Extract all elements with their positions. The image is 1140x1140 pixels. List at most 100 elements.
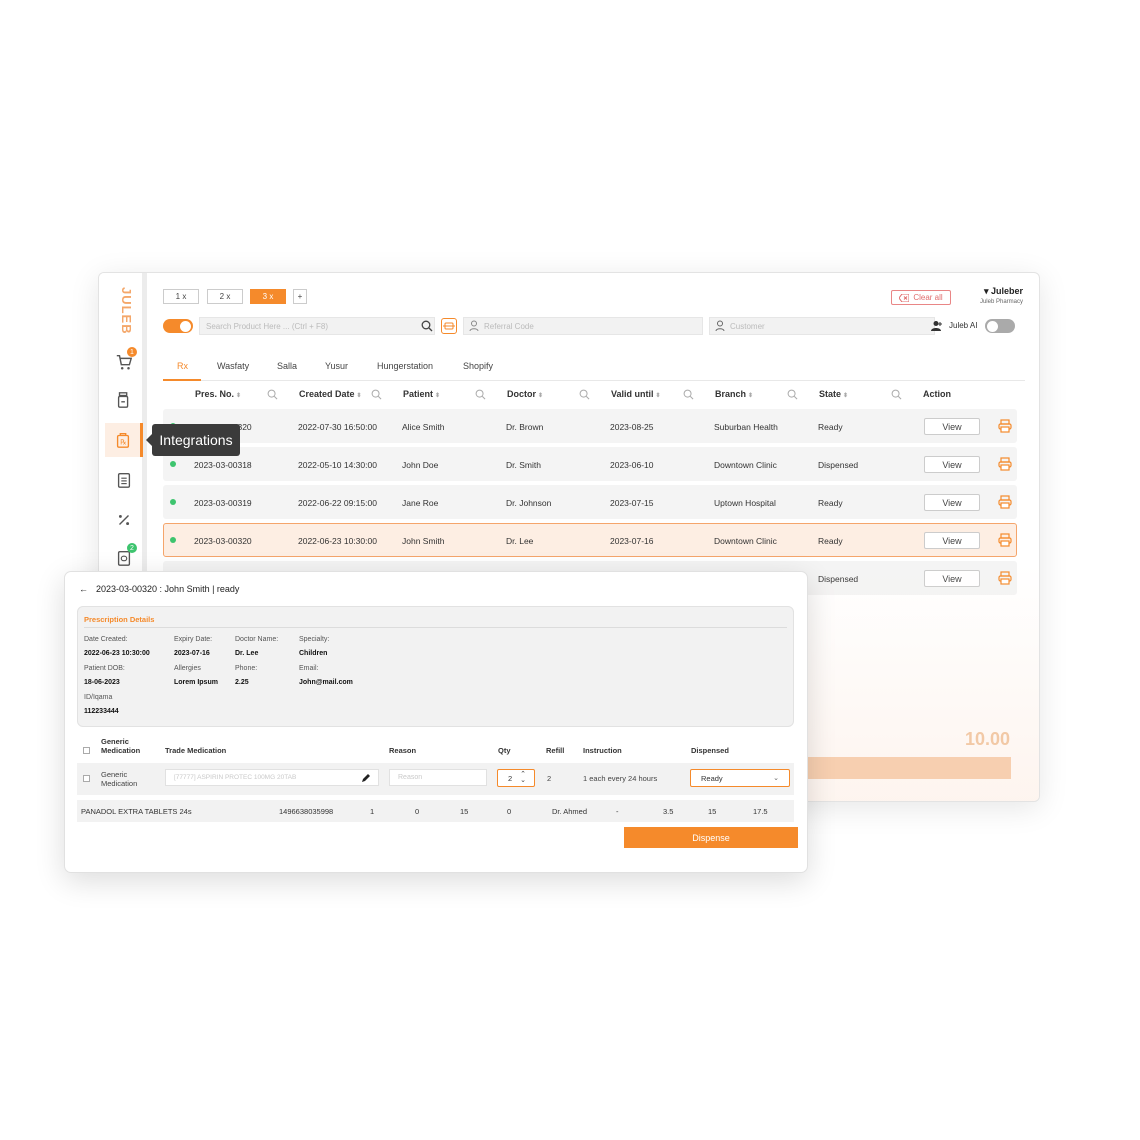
col-created-date[interactable]: Created Date ⬍ bbox=[299, 389, 362, 399]
tab-shopify[interactable]: Shopify bbox=[463, 361, 493, 371]
col-pres-no[interactable]: Pres. No. ⬍ bbox=[195, 389, 241, 399]
sidebar-item-medicines[interactable] bbox=[107, 383, 141, 417]
row-checkbox[interactable] bbox=[83, 775, 90, 782]
multiplier-2x[interactable]: 2 x bbox=[207, 289, 243, 304]
customer-input[interactable]: Customer bbox=[709, 317, 935, 335]
section-title: Prescription Details bbox=[84, 615, 155, 624]
stage: JULEB 1 ℞ 2 1 x 2 x 3 x + Clear all ▾ Ju… bbox=[0, 0, 1140, 1140]
clear-all-label: Clear all bbox=[913, 293, 943, 302]
tab-rx[interactable]: Rx bbox=[177, 361, 188, 371]
referral-code-input[interactable]: Referral Code bbox=[463, 317, 703, 335]
product-row[interactable]: PANADOL EXTRA TABLETS 24s 1496638035998 … bbox=[77, 800, 794, 822]
printer-icon[interactable] bbox=[998, 457, 1012, 471]
dispense-button[interactable]: Dispense bbox=[624, 827, 798, 848]
table-row[interactable]: 2023-03-00319 2022-06-22 09:15:00 Jane R… bbox=[163, 485, 1017, 519]
cell-state: Ready bbox=[818, 536, 843, 546]
table-row[interactable]: 2023-03-00320 2022-07-30 16:50:00 Alice … bbox=[163, 409, 1017, 443]
prescription-bag-icon: ℞ bbox=[116, 433, 129, 448]
col-branch[interactable]: Branch ⬍ bbox=[715, 389, 753, 399]
printer-icon[interactable] bbox=[998, 533, 1012, 547]
tab-salla[interactable]: Salla bbox=[277, 361, 297, 371]
cell-patient: John Doe bbox=[402, 460, 439, 470]
stepper-arrows-icon[interactable]: ⌃ ⌄ bbox=[520, 771, 526, 784]
printer-icon[interactable] bbox=[998, 495, 1012, 509]
col-patient[interactable]: Patient ⬍ bbox=[403, 389, 440, 399]
juleb-ai-toggle[interactable] bbox=[985, 319, 1015, 333]
product-col-10: 15 bbox=[708, 807, 717, 816]
cell-pres-no: 2023-03-00319 bbox=[194, 498, 252, 508]
product-col-4: 0 bbox=[415, 807, 420, 816]
cell-pres-no: 2023-03-00320 bbox=[194, 536, 252, 546]
reason-input[interactable]: Reason bbox=[389, 769, 487, 786]
trade-medication-input[interactable]: [77777] ASPIRIN PROTEC 100MG 20TAB bbox=[165, 769, 379, 786]
col-state[interactable]: State ⬍ bbox=[819, 389, 848, 399]
edit-icon[interactable] bbox=[361, 773, 371, 783]
table-row[interactable]: 2023-03-00318 2022-05-10 14:30:00 John D… bbox=[163, 447, 1017, 481]
sidebar-item-orders[interactable] bbox=[107, 463, 141, 497]
add-customer-icon[interactable] bbox=[931, 320, 943, 332]
user-menu[interactable]: ▾ Juleber Juleb Pharmacy bbox=[963, 286, 1023, 305]
search-icon[interactable] bbox=[579, 389, 590, 400]
view-button[interactable]: View bbox=[924, 494, 980, 511]
select-all-checkbox[interactable] bbox=[83, 747, 90, 754]
search-icon[interactable] bbox=[891, 389, 902, 400]
multiplier-bar: 1 x 2 x 3 x + Clear all ▾ Juleber Juleb … bbox=[163, 286, 1025, 307]
status-dot bbox=[170, 461, 176, 467]
search-icon[interactable] bbox=[475, 389, 486, 400]
printer-icon[interactable] bbox=[998, 571, 1012, 585]
user-name-text: Juleber bbox=[990, 286, 1023, 296]
cell-pres-no: 2023-03-00318 bbox=[194, 460, 252, 470]
cell-doctor: Dr. Johnson bbox=[506, 498, 552, 508]
search-icon[interactable] bbox=[683, 389, 694, 400]
col-instruction: Instruction bbox=[583, 746, 622, 755]
add-multiplier-button[interactable]: + bbox=[293, 289, 307, 304]
quantity-stepper[interactable]: 2 ⌃ ⌄ bbox=[497, 769, 535, 787]
printer-icon[interactable] bbox=[998, 419, 1012, 433]
clear-all-button[interactable]: Clear all bbox=[891, 290, 951, 305]
back-arrow-icon[interactable]: ← bbox=[79, 584, 88, 594]
table-row-selected[interactable]: 2023-03-00320 2022-06-23 10:30:00 John S… bbox=[163, 523, 1017, 557]
search-row: Search Product Here ... (Ctrl + F8) Refe… bbox=[163, 317, 1025, 337]
tab-hungerstation[interactable]: Hungerstation bbox=[377, 361, 433, 371]
col-trade: Trade Medication bbox=[165, 746, 227, 755]
tab-wasfaty[interactable]: Wasfaty bbox=[217, 361, 249, 371]
search-icon[interactable] bbox=[371, 389, 382, 400]
cell-doctor: Dr. Brown bbox=[506, 422, 544, 432]
user-branch: Juleb Pharmacy bbox=[979, 299, 1023, 305]
detail-header: ← 2023-03-00320 : John Smith | ready bbox=[79, 584, 239, 594]
multiplier-1x[interactable]: 1 x bbox=[163, 289, 199, 304]
sidebar-item-discounts[interactable] bbox=[107, 503, 141, 537]
view-button[interactable]: View bbox=[924, 532, 980, 549]
multiplier-3x[interactable]: 3 x bbox=[250, 289, 286, 304]
col-doctor[interactable]: Doctor ⬍ bbox=[507, 389, 543, 399]
view-button[interactable]: View bbox=[924, 456, 980, 473]
dispensed-select[interactable]: Ready ⌄ bbox=[690, 769, 790, 787]
cell-created: 2022-07-30 16:50:00 bbox=[298, 422, 377, 432]
product-search-input[interactable]: Search Product Here ... (Ctrl + F8) bbox=[199, 317, 435, 335]
col-valid-until[interactable]: Valid until ⬍ bbox=[611, 389, 661, 399]
product-name: PANADOL EXTRA TABLETS 24s bbox=[81, 807, 192, 816]
view-button[interactable]: View bbox=[924, 570, 980, 587]
instruction-value: 1 each every 24 hours bbox=[583, 774, 658, 783]
product-col-8: - bbox=[616, 807, 619, 816]
search-icon[interactable] bbox=[421, 320, 433, 332]
svg-text:℞: ℞ bbox=[120, 438, 126, 447]
tab-yusur[interactable]: Yusur bbox=[325, 361, 348, 371]
view-button[interactable]: View bbox=[924, 418, 980, 435]
col-qty: Qty bbox=[498, 746, 511, 755]
field-expiry-date: Expiry Date: 2023-07-16 bbox=[174, 636, 213, 657]
barcode-scan-button[interactable] bbox=[441, 318, 457, 334]
field-doctor-name: Doctor Name: Dr. Lee bbox=[235, 636, 279, 657]
medication-row: Generic Medication [77777] ASPIRIN PROTEC… bbox=[77, 763, 794, 795]
field-allergies: Allergies Lorem Ipsum bbox=[174, 665, 218, 686]
sidebar-item-cart[interactable]: 1 bbox=[107, 345, 141, 379]
sidebar-item-rx-list[interactable]: 2 bbox=[107, 541, 141, 575]
checkout-bar[interactable] bbox=[789, 757, 1011, 779]
col-dispensed: Dispensed bbox=[691, 746, 729, 755]
status-dot bbox=[170, 499, 176, 505]
cart-badge: 1 bbox=[127, 347, 137, 357]
sidebar-item-integrations[interactable]: ℞ bbox=[105, 423, 143, 457]
search-icon[interactable] bbox=[787, 389, 798, 400]
search-icon[interactable] bbox=[267, 389, 278, 400]
mode-toggle[interactable] bbox=[163, 319, 193, 333]
